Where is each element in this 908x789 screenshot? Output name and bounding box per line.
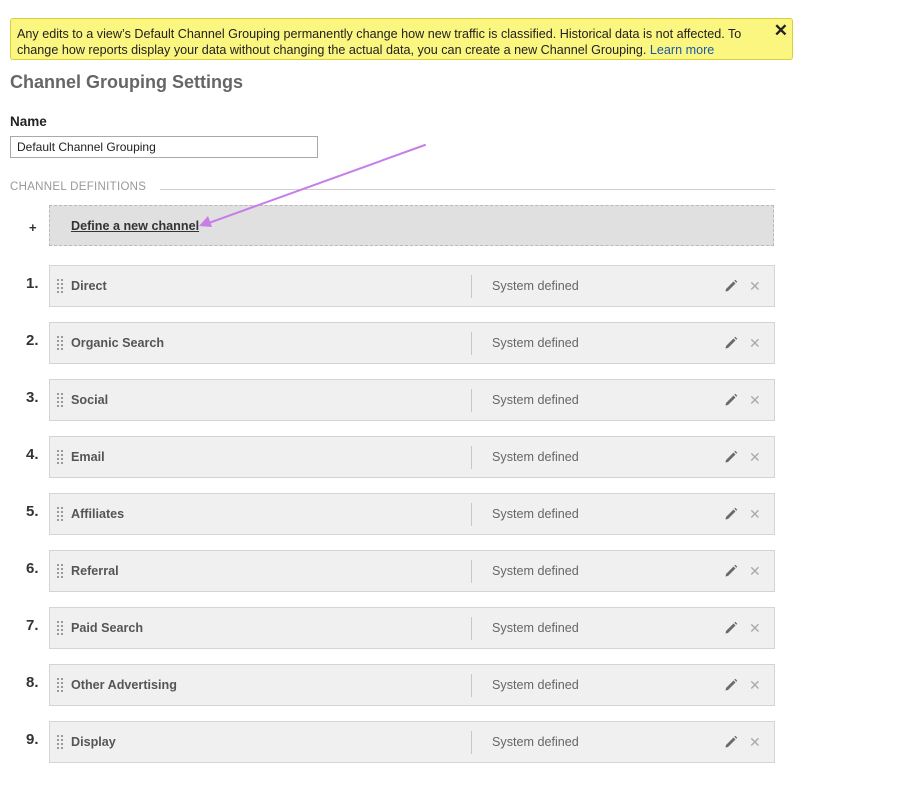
delete-channel-icon[interactable]: ✕: [749, 278, 761, 294]
delete-channel-icon[interactable]: ✕: [749, 734, 761, 750]
channel-type: System defined: [492, 735, 579, 749]
channel-type: System defined: [492, 564, 579, 578]
channel-type: System defined: [492, 393, 579, 407]
channel-number: 6.: [26, 560, 39, 577]
channel-row: Direct System defined ✕: [49, 265, 775, 307]
channel-type: System defined: [492, 336, 579, 350]
row-divider: [471, 503, 472, 526]
pencil-icon[interactable]: [724, 621, 738, 635]
pencil-icon[interactable]: [724, 393, 738, 407]
channel-number: 8.: [26, 674, 39, 691]
channel-name: Email: [71, 450, 105, 464]
channel-name: Other Advertising: [71, 678, 177, 692]
warning-banner: Any edits to a view’s Default Channel Gr…: [10, 18, 793, 60]
drag-handle-icon[interactable]: [57, 336, 63, 350]
channel-number: 5.: [26, 503, 39, 520]
name-input[interactable]: [10, 136, 318, 158]
channel-name: Affiliates: [71, 507, 125, 521]
drag-handle-icon[interactable]: [57, 393, 63, 407]
channel-row: Other Advertising System defined ✕: [49, 664, 775, 706]
channel-number: 3.: [26, 389, 39, 406]
drag-handle-icon[interactable]: [57, 735, 63, 749]
channel-row: Social System defined ✕: [49, 379, 775, 421]
pencil-icon[interactable]: [724, 678, 738, 692]
row-divider: [471, 389, 472, 412]
channel-row: Affiliates System defined ✕: [49, 493, 775, 535]
channel-row: Email System defined ✕: [49, 436, 775, 478]
name-label: Name: [10, 114, 47, 129]
pencil-icon[interactable]: [724, 507, 738, 521]
banner-text: Any edits to a view’s Default Channel Gr…: [17, 27, 742, 57]
page-title: Channel Grouping Settings: [10, 72, 243, 92]
delete-channel-icon[interactable]: ✕: [749, 677, 761, 693]
pencil-icon[interactable]: [724, 735, 738, 749]
pencil-icon[interactable]: [724, 279, 738, 293]
drag-handle-icon[interactable]: [57, 279, 63, 293]
channel-definitions-header: CHANNEL DEFINITIONS: [10, 181, 147, 193]
row-divider: [471, 731, 472, 754]
channel-row: Referral System defined ✕: [49, 550, 775, 592]
define-new-channel-box[interactable]: Define a new channel: [49, 205, 774, 246]
channel-number: 2.: [26, 332, 39, 349]
delete-channel-icon[interactable]: ✕: [749, 620, 761, 636]
channel-name: Paid Search: [71, 621, 144, 635]
pencil-icon[interactable]: [724, 450, 738, 464]
channel-number: 4.: [26, 446, 39, 463]
row-divider: [471, 617, 472, 640]
delete-channel-icon[interactable]: ✕: [749, 449, 761, 465]
channel-type: System defined: [492, 678, 579, 692]
channel-number: 1.: [26, 275, 39, 292]
delete-channel-icon[interactable]: ✕: [749, 392, 761, 408]
row-divider: [471, 332, 472, 355]
drag-handle-icon[interactable]: [57, 564, 63, 578]
channel-type: System defined: [492, 279, 579, 293]
channel-row: Display System defined ✕: [49, 721, 775, 763]
learn-more-link[interactable]: Learn more: [650, 43, 714, 57]
drag-handle-icon[interactable]: [57, 678, 63, 692]
channel-row: Paid Search System defined ✕: [49, 607, 775, 649]
channel-row: Organic Search System defined ✕: [49, 322, 775, 364]
channel-name: Organic Search: [71, 336, 165, 350]
channel-name: Display: [71, 735, 116, 749]
drag-handle-icon[interactable]: [57, 450, 63, 464]
plus-icon: +: [29, 220, 37, 235]
channel-number: 7.: [26, 617, 39, 634]
delete-channel-icon[interactable]: ✕: [749, 563, 761, 579]
row-divider: [471, 560, 472, 583]
section-divider: [160, 189, 775, 190]
close-icon[interactable]: ✕: [774, 22, 788, 40]
pencil-icon[interactable]: [724, 336, 738, 350]
delete-channel-icon[interactable]: ✕: [749, 506, 761, 522]
pencil-icon[interactable]: [724, 564, 738, 578]
channel-name: Referral: [71, 564, 119, 578]
channel-type: System defined: [492, 450, 579, 464]
row-divider: [471, 275, 472, 298]
drag-handle-icon[interactable]: [57, 507, 63, 521]
channel-type: System defined: [492, 621, 579, 635]
channel-number: 9.: [26, 731, 39, 748]
row-divider: [471, 674, 472, 697]
delete-channel-icon[interactable]: ✕: [749, 335, 761, 351]
row-divider: [471, 446, 472, 469]
channel-name: Direct: [71, 279, 107, 293]
channel-type: System defined: [492, 507, 579, 521]
drag-handle-icon[interactable]: [57, 621, 63, 635]
channel-name: Social: [71, 393, 109, 407]
define-new-channel-link[interactable]: Define a new channel: [71, 219, 199, 233]
